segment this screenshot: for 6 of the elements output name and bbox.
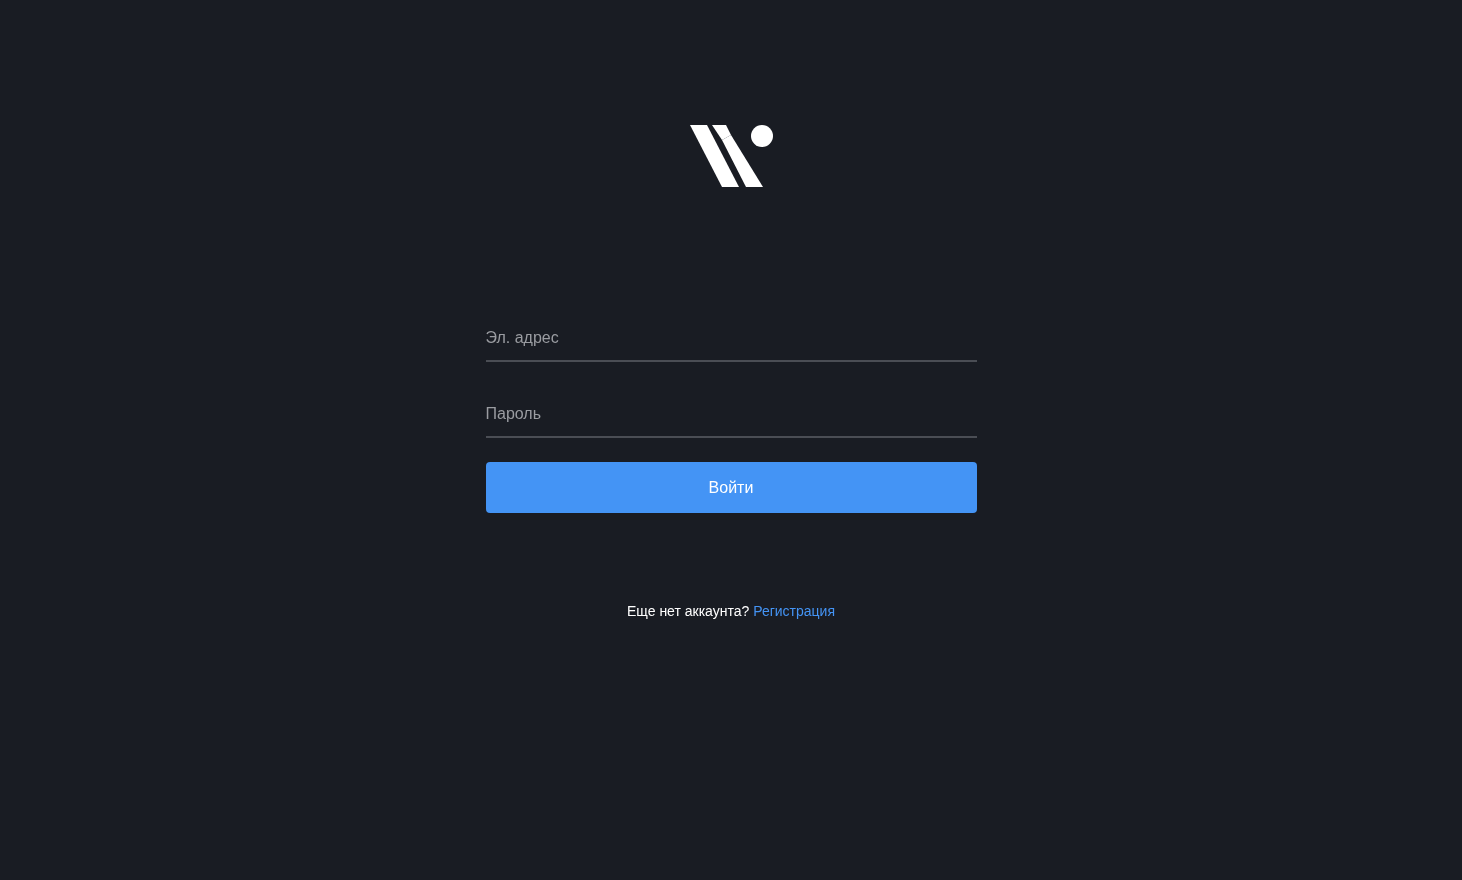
login-button[interactable]: Войти <box>485 462 977 513</box>
register-link[interactable]: Регистрация <box>753 603 835 619</box>
signup-prompt: Еще нет аккаунта? <box>627 603 750 619</box>
logo-icon <box>689 125 773 187</box>
text-field[interactable]: Эл. адрес <box>485 315 977 362</box>
text-field[interactable]: Пароль <box>485 391 977 438</box>
